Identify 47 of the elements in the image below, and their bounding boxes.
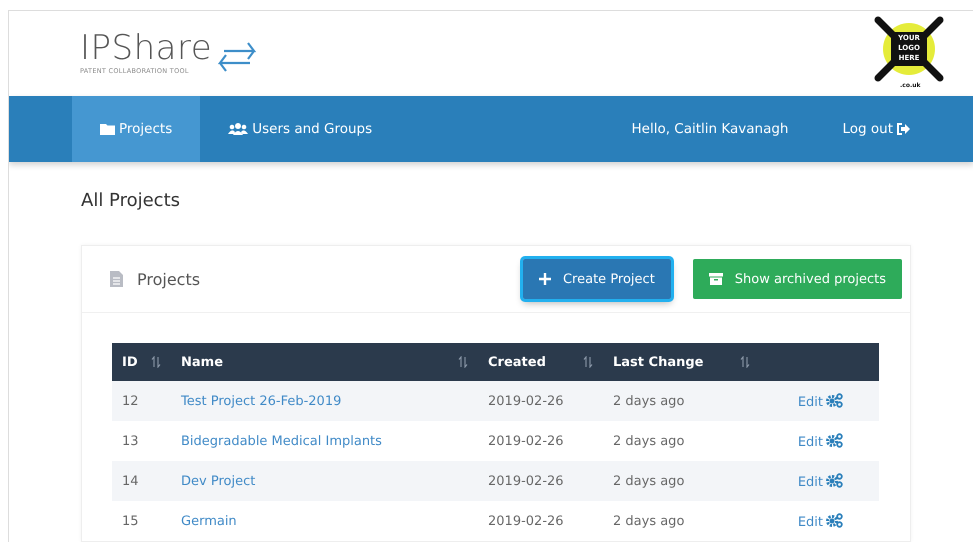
user-greeting: Hello, Caitlin Kavanagh [631,121,788,137]
panel-title: Projects [137,270,200,288]
project-link[interactable]: Test Project 26-Feb-2019 [181,394,342,408]
logout-icon [897,123,910,135]
table-cell: 2 days ago [613,474,684,488]
sort-icon[interactable] [151,356,161,368]
table-cell: 2019-02-26 [488,514,564,528]
table-cell: 2 days ago [613,434,684,448]
edit-link[interactable]: Edit [798,394,823,410]
table-cell: 2019-02-26 [488,434,564,448]
table-cell: 2019-02-26 [488,394,564,408]
table-cell: 2019-02-26 [488,474,564,488]
project-link[interactable]: Dev Project [181,474,256,488]
logout-link[interactable]: Log out [842,121,910,137]
project-link[interactable]: Bidegradable Medical Implants [181,434,382,448]
gears-icon[interactable] [826,432,843,448]
project-link[interactable]: Germain [181,514,237,528]
column-header[interactable]: Last Change [613,354,704,370]
nav-tab[interactable]: Users and Groups [200,96,400,162]
nav-tab[interactable]: Projects [72,96,200,162]
table-cell: 2 days ago [613,394,684,408]
document-icon [110,271,123,287]
gears-icon[interactable] [826,472,843,488]
gears-icon[interactable] [826,512,843,528]
edit-link[interactable]: Edit [798,434,823,450]
brand-name: IPShare [80,28,212,66]
plus-icon [538,273,551,285]
sort-icon[interactable] [458,356,468,368]
users-icon [228,123,248,135]
column-header[interactable]: ID [122,354,138,370]
archive-box-icon [708,273,723,285]
column-header[interactable]: Created [488,354,546,370]
create-project-button[interactable]: Create Project [522,259,671,299]
column-header[interactable]: Name [181,354,224,370]
archive-button[interactable]: Show archived projects [692,259,902,299]
gears-icon[interactable] [826,392,843,408]
table-cell: 2 days ago [613,514,684,528]
page-title: All Projects [81,190,181,211]
table-cell: 14 [122,474,139,488]
edit-link[interactable]: Edit [798,514,823,530]
folder-icon [100,123,115,135]
table-cell: 13 [122,434,139,448]
edit-link[interactable]: Edit [798,474,823,490]
sort-icon[interactable] [740,356,750,368]
table-cell: 15 [122,514,139,528]
table-cell: 12 [122,394,139,408]
sort-icon[interactable] [583,356,593,368]
